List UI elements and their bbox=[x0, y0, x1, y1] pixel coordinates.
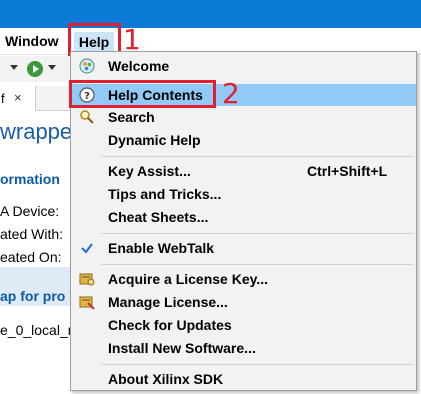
checkmark-icon bbox=[81, 243, 93, 254]
menu-item-label: Acquire a License Key... bbox=[108, 271, 269, 287]
field-device-label: A Device: bbox=[0, 203, 60, 219]
section-heading-map: ap for pro bbox=[0, 288, 66, 304]
close-icon[interactable]: × bbox=[14, 90, 22, 105]
menu-separator bbox=[101, 156, 413, 157]
field-created-on-label: eated On: bbox=[0, 249, 62, 265]
menu-item-label: Key Assist... bbox=[108, 163, 191, 179]
editor-tab-strip: f × bbox=[0, 86, 72, 111]
menu-window[interactable]: Window bbox=[5, 33, 59, 49]
menu-item-search[interactable]: Search bbox=[71, 106, 416, 128]
menu-item-check-for-updates[interactable]: Check for Updates bbox=[71, 314, 416, 336]
manage-license-icon bbox=[79, 296, 95, 310]
menu-separator bbox=[101, 233, 413, 234]
menu-item-label: Welcome bbox=[108, 58, 170, 74]
field-created-with-label: ated With: bbox=[0, 226, 64, 242]
menu-item-tips-and-tricks[interactable]: Tips and Tricks... bbox=[71, 183, 416, 205]
menu-item-enable-webtalk[interactable]: Enable WebTalk bbox=[71, 237, 416, 259]
menu-separator bbox=[101, 264, 413, 265]
dropdown-arrow-icon[interactable] bbox=[10, 65, 18, 70]
menu-separator bbox=[101, 364, 413, 365]
welcome-icon bbox=[79, 58, 95, 74]
menu-item-label: About Xilinx SDK bbox=[108, 371, 224, 387]
menu-item-about-xilinx-sdk[interactable]: About Xilinx SDK bbox=[71, 368, 416, 390]
callout-number-2: 2 bbox=[222, 77, 240, 110]
field-value: e_0_local_m bbox=[0, 322, 72, 338]
menu-item-label: Dynamic Help bbox=[108, 132, 201, 148]
menu-item-welcome[interactable]: Welcome bbox=[71, 55, 416, 77]
menu-item-dynamic-help[interactable]: Dynamic Help bbox=[71, 129, 416, 151]
search-icon bbox=[80, 110, 94, 124]
menu-item-cheat-sheets[interactable]: Cheat Sheets... bbox=[71, 206, 416, 228]
section-heading-information: ormation bbox=[0, 171, 60, 187]
menu-item-label: Manage License... bbox=[108, 294, 228, 310]
editor-area: wrapper ormation A Device: ated With: ea… bbox=[0, 112, 72, 394]
run-icon[interactable] bbox=[27, 61, 43, 77]
menu-item-label: Cheat Sheets... bbox=[108, 209, 209, 225]
menu-item-label: Install New Software... bbox=[108, 340, 256, 356]
menu-item-label: Tips and Tricks... bbox=[108, 186, 222, 202]
menu-item-label: Enable WebTalk bbox=[108, 240, 215, 256]
editor-tab[interactable]: f × bbox=[0, 86, 36, 111]
menu-item-label: Search bbox=[108, 109, 155, 125]
menu-item-key-assist[interactable]: Key Assist... Ctrl+Shift+L bbox=[71, 160, 416, 182]
editor-tab-label: f bbox=[1, 91, 5, 106]
menu-item-shortcut: Ctrl+Shift+L bbox=[307, 163, 388, 179]
menu-item-label: Check for Updates bbox=[108, 317, 232, 333]
dropdown-arrow-icon[interactable] bbox=[48, 65, 56, 70]
menu-item-manage-license[interactable]: Manage License... bbox=[71, 291, 416, 313]
callout-box-2 bbox=[69, 80, 216, 108]
menu-item-acquire-license-key[interactable]: Acquire a License Key... bbox=[71, 268, 416, 290]
license-key-icon bbox=[79, 273, 95, 286]
page-title: wrapper bbox=[0, 119, 72, 144]
callout-number-1: 1 bbox=[123, 23, 141, 56]
menu-item-install-new-software[interactable]: Install New Software... bbox=[71, 337, 416, 359]
title-bar bbox=[0, 0, 421, 28]
toolbar bbox=[0, 56, 72, 82]
